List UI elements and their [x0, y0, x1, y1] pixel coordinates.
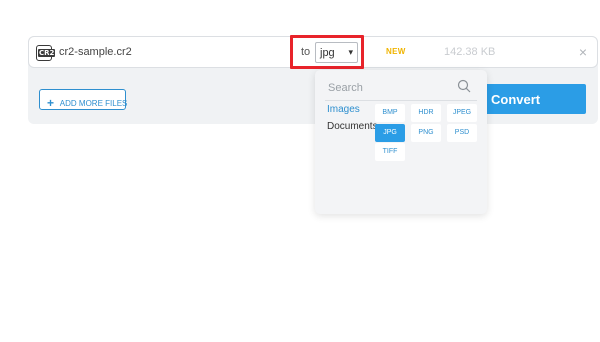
format-option-jpg[interactable]: JPG	[375, 124, 405, 142]
search-divider	[325, 100, 477, 101]
plus-icon: +	[47, 96, 55, 110]
file-size: 142.38 KB	[444, 46, 496, 58]
format-option-psd[interactable]: PSD	[447, 124, 477, 142]
category-images[interactable]: Images	[327, 104, 360, 115]
search-icon[interactable]	[457, 79, 471, 93]
highlight-box	[290, 35, 364, 69]
add-more-files-button[interactable]: + ADD MORE FILES	[39, 89, 128, 110]
format-option-jpeg[interactable]: JPEG	[447, 104, 477, 122]
format-option-tiff[interactable]: TIFF	[375, 143, 405, 161]
file-name: cr2-sample.cr2	[59, 46, 132, 58]
add-more-files-label: ADD MORE FILES	[59, 99, 128, 108]
format-option-hdr[interactable]: HDR	[411, 104, 441, 122]
category-documents[interactable]: Documents	[327, 121, 378, 132]
format-search-input[interactable]: Search	[328, 82, 363, 94]
status-badge: NEW	[386, 47, 406, 56]
convert-button[interactable]: Convert	[480, 84, 586, 114]
file-icon: CR2	[36, 45, 56, 61]
format-dropdown: Search Images Documents BMP HDR JPEG JPG…	[315, 70, 487, 214]
format-option-png[interactable]: PNG	[411, 124, 441, 142]
format-option-bmp[interactable]: BMP	[375, 104, 405, 122]
remove-file-button[interactable]: ×	[579, 44, 587, 60]
file-type-tag: CR2	[38, 49, 56, 57]
